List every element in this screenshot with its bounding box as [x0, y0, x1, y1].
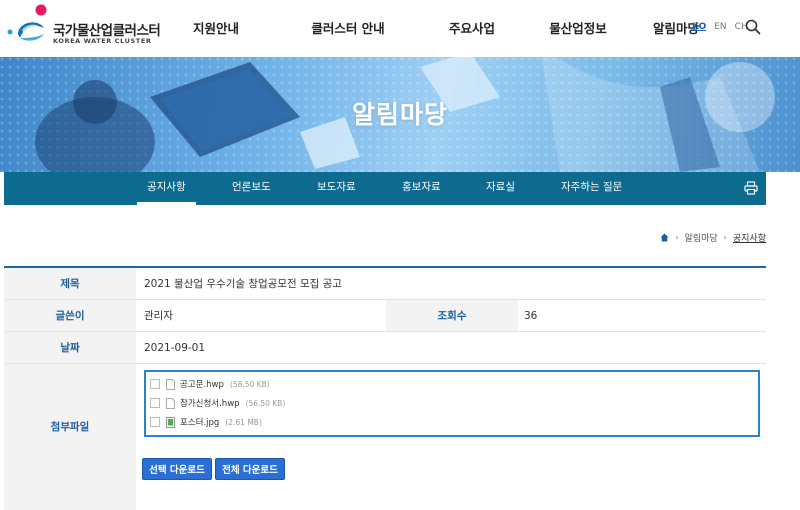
- sub-nav: 공지사항 언론보도 보도자료 홍보자료 자료실 자주하는 질문: [4, 172, 766, 205]
- tab-pr-materials[interactable]: 홍보자료: [402, 172, 441, 205]
- page-banner: 알림마당: [0, 57, 800, 172]
- table-row-date: 날짜 2021-09-01: [4, 332, 766, 364]
- title-value: 2021 물산업 우수기술 창업공모전 모집 공고: [144, 278, 342, 290]
- date-label: 날짜: [4, 332, 136, 363]
- attachments-label-filler: [4, 488, 136, 510]
- breadcrumb-item[interactable]: 알림마당: [685, 231, 718, 244]
- attachment-name[interactable]: 공고문.hwp: [180, 378, 224, 390]
- title-label: 제목: [4, 268, 136, 299]
- banner-title: 알림마당: [351, 100, 448, 129]
- checkbox[interactable]: [150, 398, 160, 408]
- views-value: 36: [524, 309, 538, 322]
- nav-item-projects[interactable]: 주요사업: [430, 18, 514, 37]
- attachment-size: (2.61 MB): [225, 417, 262, 427]
- attachment-item: 참가신청서.hwp (56.50 KB): [150, 395, 285, 411]
- views-label: 조회수: [386, 300, 518, 331]
- breadcrumb-current[interactable]: 공지사항: [733, 231, 766, 244]
- nav-item-support[interactable]: 지원안내: [178, 18, 254, 37]
- table-row-writer: 글쓴이 관리자 조회수 36: [4, 300, 766, 332]
- file-icon: [166, 378, 175, 390]
- download-selected-button[interactable]: 선택 다운로드: [142, 458, 212, 480]
- print-icon[interactable]: [744, 181, 758, 195]
- logo-text: 국가물산업클러스터: [53, 23, 161, 39]
- attachments-label: 첨부파일: [4, 364, 136, 488]
- image-file-icon: [166, 416, 175, 428]
- tab-press-releases[interactable]: 보도자료: [317, 172, 356, 205]
- site-logo[interactable]: 국가물산업클러스터 KOREA WATER CLUSTER: [6, 4, 161, 50]
- attachment-size: (58.50 KB): [229, 379, 270, 389]
- lang-en[interactable]: EN: [714, 22, 726, 32]
- attachment-list: 공고문.hwp (58.50 KB) 참가신청서.hwp (56.50 KB) …: [144, 370, 760, 437]
- home-icon[interactable]: [660, 233, 669, 242]
- breadcrumb: › 알림마당 › 공지사항: [660, 231, 766, 244]
- chevron-right-icon: ›: [723, 233, 727, 242]
- attachment-name[interactable]: 참가신청서.hwp: [180, 397, 240, 409]
- writer-label: 글쓴이: [4, 300, 136, 331]
- nav-item-water-info[interactable]: 물산업정보: [534, 18, 622, 37]
- language-switcher: KO EN CH: [692, 22, 748, 32]
- date-value: 2021-09-01: [144, 341, 206, 354]
- tab-archive[interactable]: 자료실: [486, 172, 515, 205]
- lang-ko[interactable]: KO: [692, 22, 706, 32]
- checkbox[interactable]: [150, 417, 160, 427]
- logo-mark-icon: [7, 4, 47, 41]
- attachment-name[interactable]: 포스터.jpg: [180, 416, 219, 428]
- download-all-button[interactable]: 전체 다운로드: [215, 458, 285, 480]
- attachment-size: (56.50 KB): [245, 398, 286, 408]
- table-row-title: 제목 2021 물산업 우수기술 창업공모전 모집 공고: [4, 268, 766, 300]
- site-header: 국가물산업클러스터 KOREA WATER CLUSTER 지원안내 클러스터 …: [0, 0, 800, 57]
- attachment-item: 포스터.jpg (2.61 MB): [150, 414, 262, 430]
- tab-notices[interactable]: 공지사항: [137, 172, 196, 205]
- checkbox[interactable]: [150, 379, 160, 389]
- tab-faq[interactable]: 자주하는 질문: [561, 172, 622, 205]
- search-icon[interactable]: [745, 19, 761, 35]
- nav-item-cluster[interactable]: 클러스터 안내: [284, 18, 412, 37]
- attachment-item: 공고문.hwp (58.50 KB): [150, 376, 270, 392]
- file-icon: [166, 397, 175, 409]
- chevron-right-icon: ›: [675, 233, 679, 242]
- logo-subtext: KOREA WATER CLUSTER: [53, 37, 152, 45]
- notice-detail-table: 제목 2021 물산업 우수기술 창업공모전 모집 공고 글쓴이 관리자 조회수…: [4, 266, 766, 510]
- writer-value: 관리자: [144, 310, 173, 322]
- tab-press-coverage[interactable]: 언론보도: [232, 172, 271, 205]
- main-nav: 지원안내 클러스터 안내 주요사업 물산업정보 알림마당: [178, 18, 714, 37]
